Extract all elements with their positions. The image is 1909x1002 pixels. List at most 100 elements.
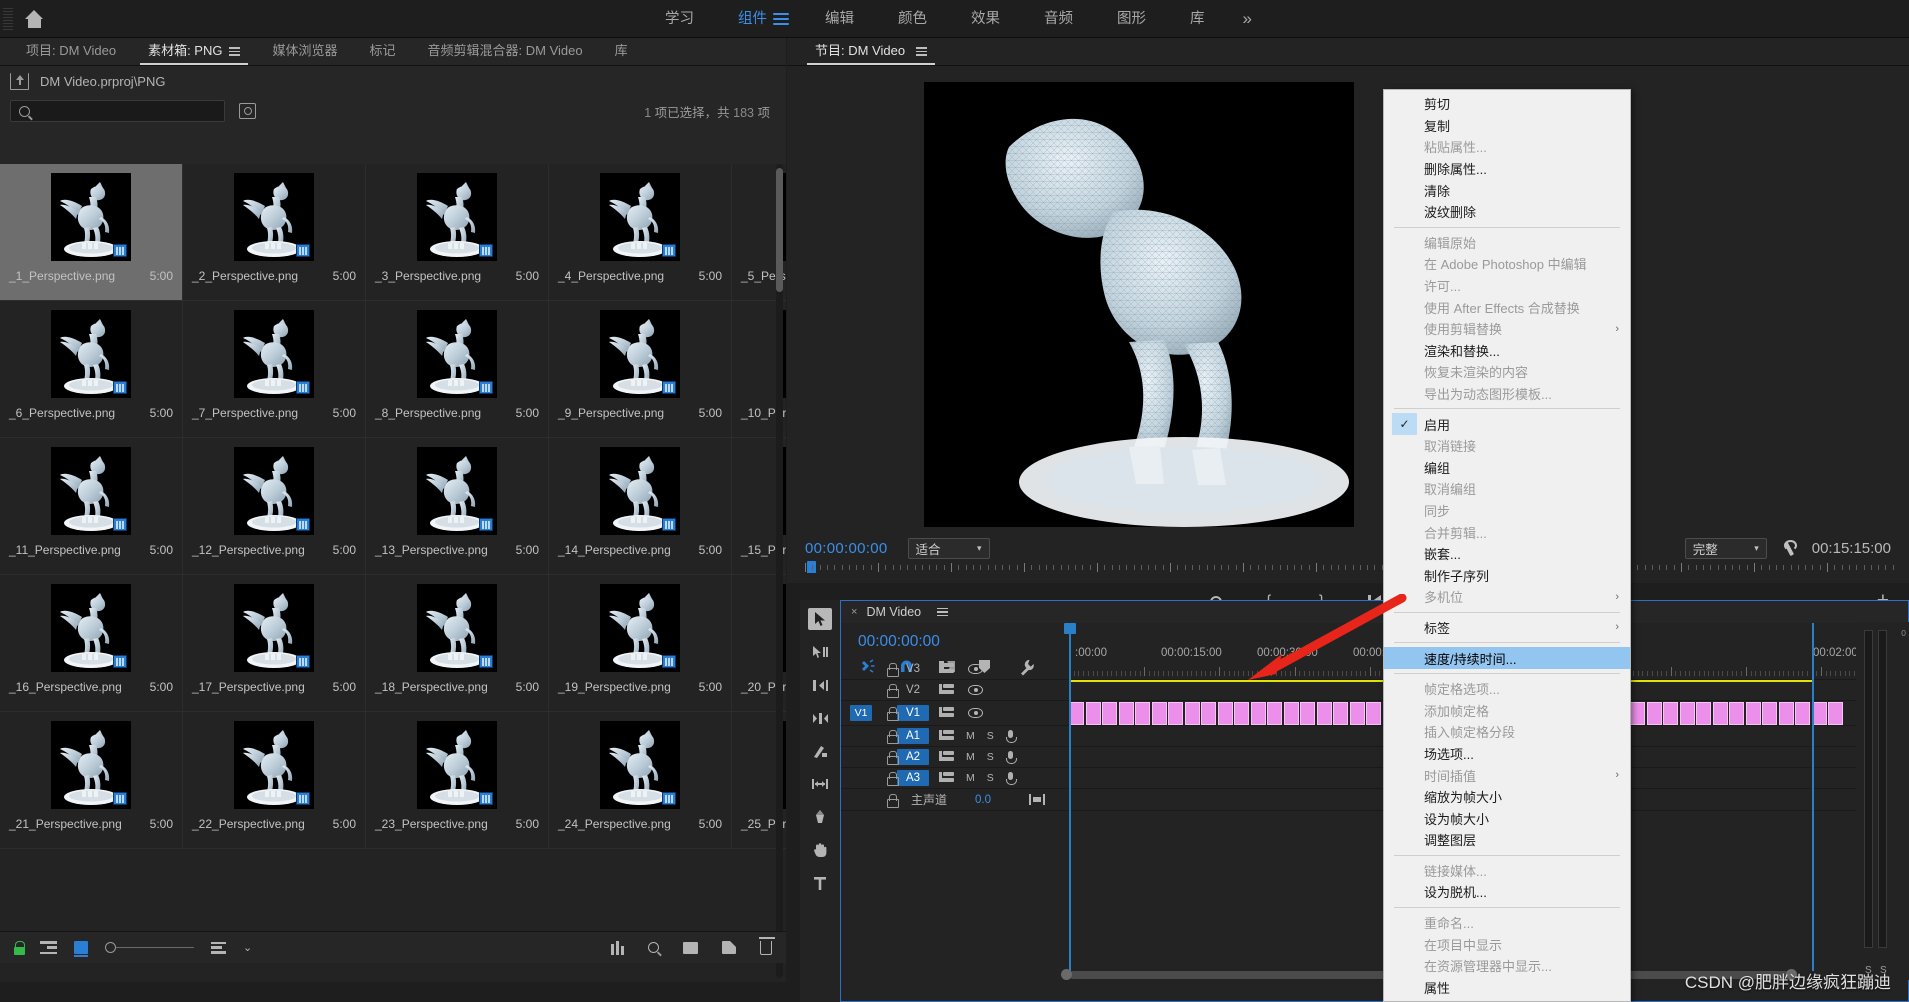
project-item[interactable]: _23_Perspective.png 5:00 bbox=[366, 712, 549, 849]
zoom-slider[interactable] bbox=[105, 942, 194, 953]
workspace-tab-2[interactable]: 组件 bbox=[716, 0, 773, 38]
workspace-tab-5[interactable]: 效果 bbox=[949, 0, 1022, 38]
workspace-tab-6[interactable]: 音频 bbox=[1022, 0, 1095, 38]
timeline-clip[interactable] bbox=[1745, 702, 1761, 725]
home-button[interactable] bbox=[13, 0, 55, 38]
type-tool[interactable] bbox=[808, 872, 832, 894]
timeline-playhead[interactable] bbox=[1064, 623, 1076, 971]
timeline-clip[interactable] bbox=[1795, 702, 1810, 725]
track-lock-icon[interactable] bbox=[887, 684, 899, 698]
search-input[interactable] bbox=[36, 104, 206, 118]
workspace-tab-8[interactable]: 库 bbox=[1168, 0, 1227, 38]
timeline-clip[interactable] bbox=[1250, 702, 1266, 725]
columns-icon[interactable] bbox=[611, 940, 624, 955]
context-menu-item[interactable]: 编组 bbox=[1384, 457, 1630, 479]
scrollbar-left-handle[interactable] bbox=[1061, 969, 1072, 980]
track-name-A2[interactable]: A2 bbox=[897, 749, 929, 765]
sync-lock-icon[interactable] bbox=[939, 707, 954, 719]
project-item[interactable]: _21_Perspective.png 5:00 bbox=[0, 712, 183, 849]
monitor-quality-select[interactable]: 完整 ▾ bbox=[1684, 537, 1767, 559]
project-tab-3[interactable]: 媒体浏览器 bbox=[256, 40, 353, 65]
voice-over-icon[interactable] bbox=[1005, 729, 1017, 743]
workspace-tab-7[interactable]: 图形 bbox=[1095, 0, 1168, 38]
track-lock-icon[interactable] bbox=[887, 793, 899, 808]
project-item[interactable]: _18_Perspective.png 5:00 bbox=[366, 575, 549, 712]
thumbnail-grid-container[interactable]: _1_Perspective.png 5:00 _2_Perspective.pn… bbox=[0, 164, 786, 982]
project-item[interactable]: _7_Perspective.png 5:00 bbox=[183, 301, 366, 438]
timeline-clip[interactable] bbox=[1300, 702, 1315, 725]
timeline-track-V2[interactable]: V2 bbox=[841, 680, 1909, 701]
timeline-clip[interactable] bbox=[1762, 702, 1777, 725]
timeline-clip[interactable] bbox=[1729, 702, 1744, 725]
rolling-edit-tool[interactable] bbox=[808, 707, 832, 729]
ripple-edit-tool[interactable] bbox=[808, 674, 832, 696]
track-lock-icon[interactable] bbox=[887, 663, 899, 677]
context-menu-item[interactable]: 标签 › bbox=[1384, 617, 1630, 639]
project-tab-1[interactable]: 项目: DM Video bbox=[10, 40, 132, 65]
timeline-clip[interactable] bbox=[1201, 702, 1216, 725]
context-menu-item[interactable]: 缩放为帧大小 bbox=[1384, 786, 1630, 808]
project-item[interactable]: _1_Perspective.png 5:00 bbox=[0, 164, 183, 301]
zoom-slider-track[interactable] bbox=[116, 946, 194, 949]
context-menu-item[interactable]: 波纹删除 bbox=[1384, 201, 1630, 223]
timeline-track-V1[interactable]: V1 V1 bbox=[841, 701, 1909, 726]
project-item[interactable]: _16_Perspective.png 5:00 bbox=[0, 575, 183, 712]
workspace-tab-3[interactable]: 编辑 bbox=[803, 0, 876, 38]
timeline-track-V3[interactable]: V3 bbox=[841, 659, 1909, 680]
project-item[interactable]: _4_Perspective.png 5:00 bbox=[549, 164, 732, 301]
context-menu-item[interactable]: 渲染和替换... bbox=[1384, 340, 1630, 362]
sync-lock-icon[interactable] bbox=[939, 772, 954, 784]
project-item[interactable]: _17_Perspective.png 5:00 bbox=[183, 575, 366, 712]
timeline-clip[interactable] bbox=[1267, 702, 1282, 725]
timeline-work-area-edge[interactable] bbox=[1812, 623, 1814, 971]
close-icon[interactable]: × bbox=[851, 606, 857, 618]
grid-scrollbar-thumb[interactable] bbox=[776, 168, 783, 292]
track-visibility-icon[interactable] bbox=[968, 708, 983, 718]
zoom-slider-knob[interactable] bbox=[105, 942, 116, 953]
track-solo-A2[interactable]: S bbox=[987, 751, 994, 763]
timeline-track-A1[interactable]: A1 M S bbox=[841, 726, 1909, 747]
timeline-clip[interactable] bbox=[1333, 702, 1348, 725]
context-menu-item[interactable]: 复制 bbox=[1384, 115, 1630, 137]
project-item[interactable]: _8_Perspective.png 5:00 bbox=[366, 301, 549, 438]
context-menu-item[interactable]: 删除属性... bbox=[1384, 158, 1630, 180]
list-view-icon[interactable] bbox=[42, 941, 57, 954]
context-menu-item[interactable]: 属性 bbox=[1384, 977, 1630, 999]
timeline-track-A3[interactable]: A3 M S bbox=[841, 768, 1909, 789]
context-menu-item[interactable]: 剪切 bbox=[1384, 93, 1630, 115]
track-name-V1[interactable]: V1 bbox=[897, 705, 929, 721]
track-name-V2[interactable]: V2 bbox=[897, 684, 929, 696]
search-box[interactable] bbox=[10, 100, 225, 122]
timeline-clip[interactable] bbox=[1316, 702, 1332, 725]
project-item[interactable]: _19_Perspective.png 5:00 bbox=[549, 575, 732, 712]
project-item[interactable]: _11_Perspective.png 5:00 bbox=[0, 438, 183, 575]
project-tab-4[interactable]: 标记 bbox=[354, 40, 412, 65]
sync-lock-icon[interactable] bbox=[939, 751, 954, 763]
timeline-timecode[interactable]: 00:00:00:00 bbox=[858, 633, 940, 651]
project-item[interactable]: _12_Perspective.png 5:00 bbox=[183, 438, 366, 575]
timeline-clip[interactable] bbox=[1630, 702, 1645, 725]
context-menu-item[interactable]: 设为脱机... bbox=[1384, 881, 1630, 903]
sync-lock-icon[interactable] bbox=[939, 663, 954, 675]
track-name-V3[interactable]: V3 bbox=[897, 663, 929, 675]
track-target-badge[interactable]: V1 bbox=[850, 705, 872, 721]
chevron-down-icon[interactable]: ⌄ bbox=[243, 941, 252, 954]
timeline-clip[interactable] bbox=[1712, 702, 1728, 725]
timeline-clip[interactable] bbox=[1118, 702, 1134, 725]
project-item[interactable]: _14_Perspective.png 5:00 bbox=[549, 438, 732, 575]
timeline-tab-label[interactable]: DM Video bbox=[866, 605, 921, 619]
track-lock-icon[interactable] bbox=[887, 772, 899, 786]
track-lock-icon[interactable] bbox=[887, 751, 899, 765]
panel-menu-icon[interactable] bbox=[229, 47, 241, 56]
track-select-forward-tool[interactable] bbox=[808, 641, 832, 663]
panel-menu-icon[interactable] bbox=[915, 47, 927, 56]
track-mute-A3[interactable]: M bbox=[966, 772, 975, 784]
track-visibility-icon[interactable] bbox=[968, 664, 983, 674]
monitor-ruler[interactable] bbox=[787, 561, 1909, 577]
project-item[interactable]: _2_Perspective.png 5:00 bbox=[183, 164, 366, 301]
context-menu-item[interactable]: 场选项... bbox=[1384, 743, 1630, 765]
monitor-fit-select[interactable]: 适合 ▾ bbox=[907, 537, 990, 559]
timeline-clip[interactable] bbox=[1283, 702, 1299, 725]
panel-menu-icon[interactable] bbox=[937, 607, 949, 617]
context-menu-item[interactable]: 制作子序列 bbox=[1384, 564, 1630, 586]
